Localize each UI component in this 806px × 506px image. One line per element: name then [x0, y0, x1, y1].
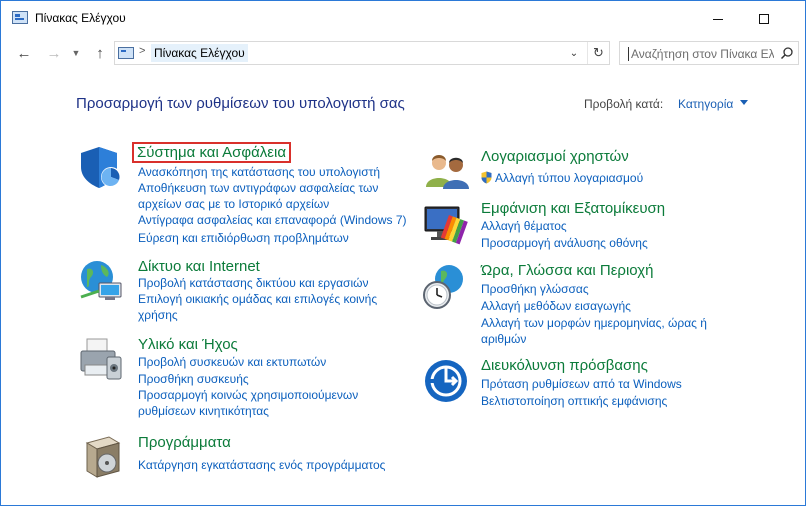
users-icon[interactable] — [423, 147, 471, 195]
link-network-status[interactable]: Προβολή κατάστασης δικτύου και εργασιών — [138, 276, 369, 291]
up-button[interactable]: ↑ — [89, 43, 111, 63]
arrow-left-icon: ← — [16, 44, 32, 62]
category-title-ease-of-access[interactable]: Διευκόλυνση πρόσβασης — [481, 357, 648, 374]
link-mobility-settings-cont[interactable]: ρυθμίσεων κινητικότητας — [138, 404, 269, 419]
link-date-time-formats-cont[interactable]: αριθμών — [481, 332, 526, 347]
category-title-user-accounts[interactable]: Λογαριασμοί χρηστών — [481, 148, 629, 165]
window-title: Πίνακας Ελέγχου — [35, 11, 126, 25]
view-by-dropdown[interactable]: Κατηγορία — [678, 97, 733, 111]
link-change-theme[interactable]: Αλλαγή θέματος — [481, 219, 567, 234]
control-panel-window: Πίνακας Ελέγχου ← → ▼ ↑ > Πίνακας Ελέγχο… — [0, 0, 806, 506]
address-dropdown-button[interactable]: ⌄ — [566, 45, 582, 61]
printer-icon[interactable] — [77, 335, 125, 383]
control-panel-icon — [118, 47, 134, 59]
link-change-account-type-label[interactable]: Αλλαγή τύπου λογαριασμού — [495, 171, 643, 185]
chevron-down-icon: ▼ — [71, 48, 81, 58]
search-icon[interactable] — [780, 46, 794, 60]
breadcrumb-separator[interactable]: > — [139, 45, 145, 57]
refresh-icon: ↻ — [593, 45, 604, 60]
arrow-right-icon: → — [46, 44, 62, 62]
link-devices-printers[interactable]: Προβολή συσκευών και εκτυπωτών — [138, 355, 326, 370]
address-bar[interactable]: > Πίνακας Ελέγχου ⌄ ↻ — [114, 41, 610, 65]
category-title-appearance[interactable]: Εμφάνιση και Εξατομίκευση — [481, 200, 665, 217]
link-homegroup[interactable]: Επιλογή οικιακής ομάδας και επιλογές κοι… — [138, 292, 377, 307]
search-input[interactable]: Αναζήτηση στον Πίνακα Ελέγ... — [628, 47, 774, 61]
recent-locations-button[interactable]: ▼ — [69, 43, 83, 63]
link-add-device[interactable]: Προσθήκη συσκευής — [138, 372, 249, 387]
shield-icon[interactable] — [77, 143, 125, 191]
category-title-programs[interactable]: Προγράμματα — [138, 434, 231, 451]
link-date-time-formats[interactable]: Αλλαγή των μορφών ημερομηνίας, ώρας ή — [481, 316, 707, 331]
title-bar[interactable]: Πίνακας Ελέγχου — [1, 1, 805, 37]
forward-button[interactable]: → — [43, 43, 65, 63]
chevron-down-icon: ⌄ — [569, 47, 579, 59]
link-add-language[interactable]: Προσθήκη γλώσσας — [481, 282, 589, 297]
link-homegroup-cont[interactable]: χρήσης — [138, 308, 178, 323]
uac-shield-icon — [481, 171, 492, 184]
link-change-account-type[interactable]: Αλλαγή τύπου λογαριασμού — [481, 171, 643, 186]
chevron-down-icon[interactable] — [740, 100, 748, 105]
link-file-history[interactable]: Αποθήκευση των αντιγράφων ασφαλείας των — [138, 181, 378, 196]
link-backup-restore[interactable]: Αντίγραφα ασφαλείας και επαναφορά (Windo… — [138, 213, 407, 228]
ease-of-access-icon[interactable] — [423, 357, 471, 405]
programs-box-icon[interactable] — [79, 433, 127, 481]
arrow-up-icon: ↑ — [96, 44, 104, 62]
minimize-icon — [713, 18, 723, 20]
search-box[interactable]: Αναζήτηση στον Πίνακα Ελέγ... — [619, 41, 799, 65]
network-globe-icon[interactable] — [77, 257, 125, 305]
category-title-network-internet[interactable]: Δίκτυο και Internet — [138, 258, 260, 275]
link-uninstall-program[interactable]: Κατάργηση εγκατάστασης ενός προγράμματος — [138, 458, 385, 473]
minimize-button[interactable] — [695, 1, 741, 37]
link-troubleshoot[interactable]: Εύρεση και επιδιόρθωση προβλημάτων — [138, 231, 349, 246]
maximize-button[interactable] — [741, 1, 787, 37]
refresh-button[interactable]: ↻ — [587, 42, 609, 64]
page-heading: Προσαρμογή των ρυθμίσεων του υπολογιστή … — [76, 95, 405, 112]
back-button[interactable]: ← — [13, 43, 35, 63]
maximize-icon — [759, 14, 769, 24]
link-mobility-settings[interactable]: Προσαρμογή κοινώς χρησιμοποιούμενων — [138, 388, 358, 403]
control-panel-icon — [12, 11, 28, 24]
monitor-palette-icon[interactable] — [423, 201, 471, 249]
category-title-clock-language-region[interactable]: Ώρα, Γλώσσα και Περιοχή — [481, 262, 653, 279]
category-title-hardware-sound[interactable]: Υλικό και Ήχος — [138, 336, 238, 353]
link-windows-suggestions[interactable]: Πρόταση ρυθμίσεων από τα Windows — [481, 377, 682, 392]
link-input-methods[interactable]: Αλλαγή μεθόδων εισαγωγής — [481, 299, 631, 314]
breadcrumb-control-panel[interactable]: Πίνακας Ελέγχου — [151, 44, 248, 62]
clock-globe-icon[interactable] — [421, 263, 469, 311]
navigation-bar: ← → ▼ ↑ > Πίνακας Ελέγχου ⌄ ↻ Αναζήτηση … — [1, 37, 805, 69]
view-by-label: Προβολή κατά: — [584, 97, 664, 111]
link-review-status[interactable]: Ανασκόπηση της κατάστασης του υπολογιστή — [138, 165, 380, 180]
link-optimize-visual[interactable]: Βελτιστοποίηση οπτικής εμφάνισης — [481, 394, 667, 409]
link-screen-resolution[interactable]: Προσαρμογή ανάλυσης οθόνης — [481, 236, 648, 251]
category-title-system-security[interactable]: Σύστημα και Ασφάλεια — [132, 142, 291, 163]
link-file-history-cont[interactable]: αρχείων σας με το Ιστορικό αρχείων — [138, 197, 329, 212]
